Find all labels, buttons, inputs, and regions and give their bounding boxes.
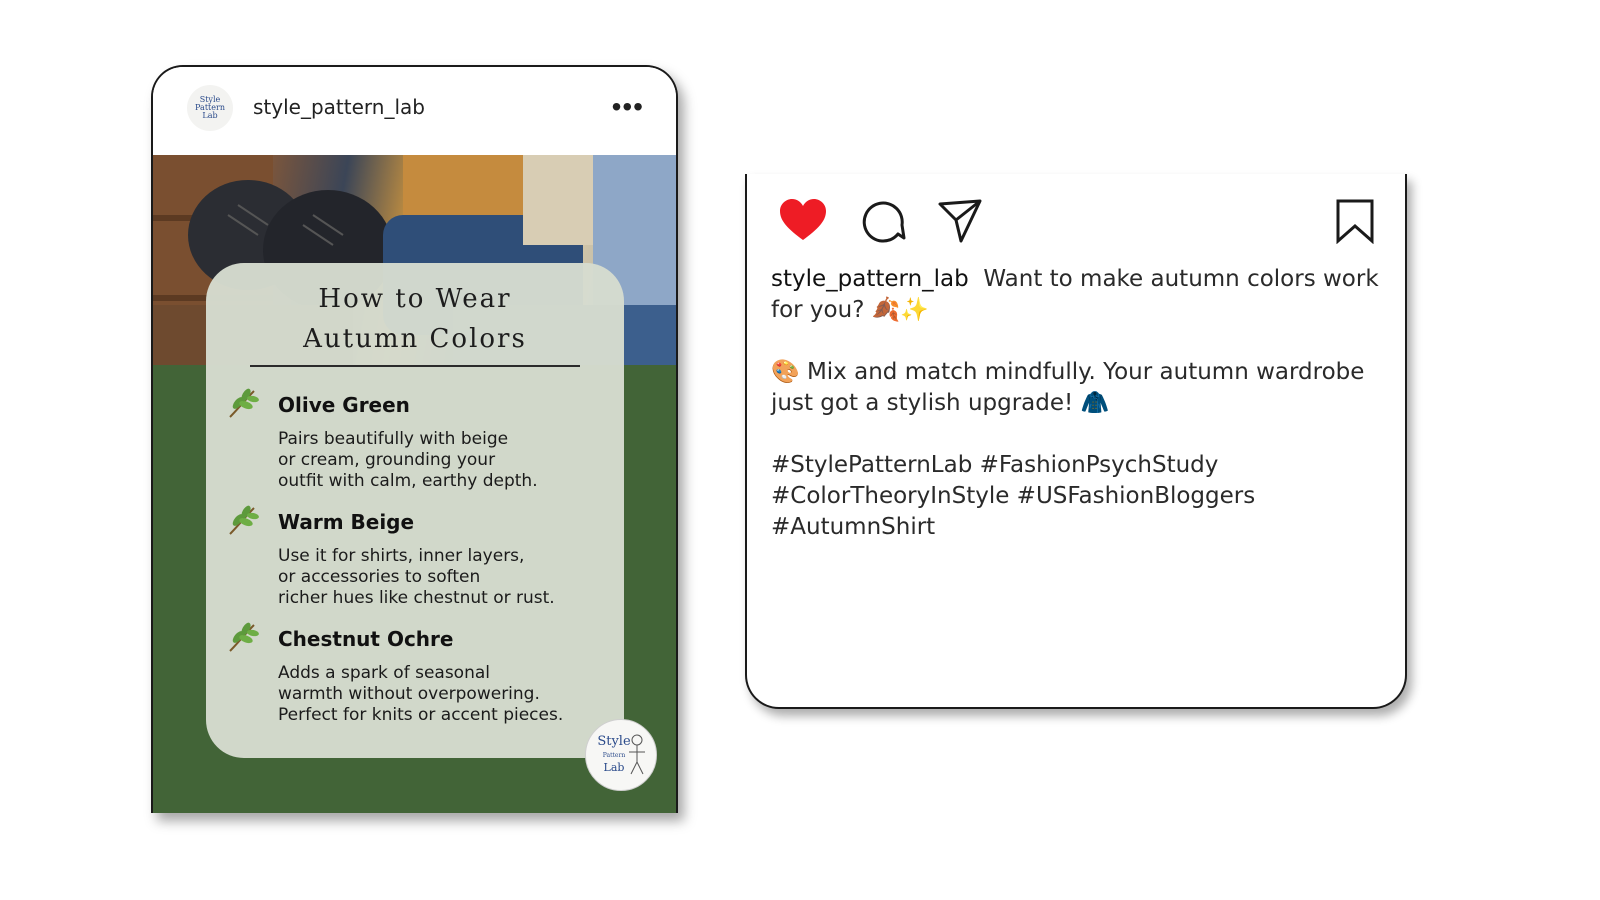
- leaf-icon: [229, 505, 259, 535]
- leaf-icon: [229, 622, 259, 652]
- send-icon[interactable]: [937, 198, 983, 244]
- heart-filled-icon[interactable]: [778, 198, 828, 242]
- tip-heading: Chestnut Ochre: [278, 627, 454, 651]
- tips-title: How to Wear Autumn Colors: [303, 284, 527, 354]
- post-caption: style_pattern_lab Want to make autumn co…: [771, 264, 1381, 543]
- avatar-text: Style Pattern Lab: [195, 95, 225, 120]
- profile-avatar[interactable]: Style Pattern Lab: [187, 85, 233, 131]
- tip-description: Adds a spark of seasonal warmth without …: [278, 663, 564, 725]
- post-image: How to Wear Autumn Colors Olive Green Pa…: [153, 155, 676, 813]
- tip-heading: Olive Green: [278, 393, 410, 417]
- caption-intro: style_pattern_lab Want to make autumn co…: [771, 264, 1381, 326]
- caption-username[interactable]: style_pattern_lab: [771, 266, 969, 292]
- comment-icon[interactable]: [860, 198, 906, 244]
- caption-card: style_pattern_lab Want to make autumn co…: [745, 174, 1407, 709]
- tip-description: Use it for shirts, inner layers, or acce…: [278, 546, 555, 608]
- instagram-post: Style Pattern Lab style_pattern_lab •••: [151, 65, 678, 813]
- caption-body: 🎨 Mix and match mindfully. Your autumn w…: [771, 359, 1365, 416]
- figure-sketch-icon: [629, 734, 645, 775]
- tip-heading: Warm Beige: [278, 510, 415, 534]
- tip-description: Pairs beautifully with beige or cream, g…: [278, 429, 538, 491]
- bookmark-icon[interactable]: [1335, 198, 1375, 244]
- caption-hashtags[interactable]: #StylePatternLab #FashionPsychStudy #Col…: [771, 450, 1381, 543]
- post-username[interactable]: style_pattern_lab: [253, 95, 425, 119]
- leaf-icon: [229, 388, 259, 418]
- title-divider: [250, 365, 580, 367]
- tips-panel: How to Wear Autumn Colors Olive Green Pa…: [206, 263, 624, 758]
- post-header: Style Pattern Lab style_pattern_lab •••: [153, 67, 676, 155]
- brand-logo: Style Pattern Lab: [585, 719, 657, 791]
- more-horizontal-icon[interactable]: •••: [612, 93, 644, 121]
